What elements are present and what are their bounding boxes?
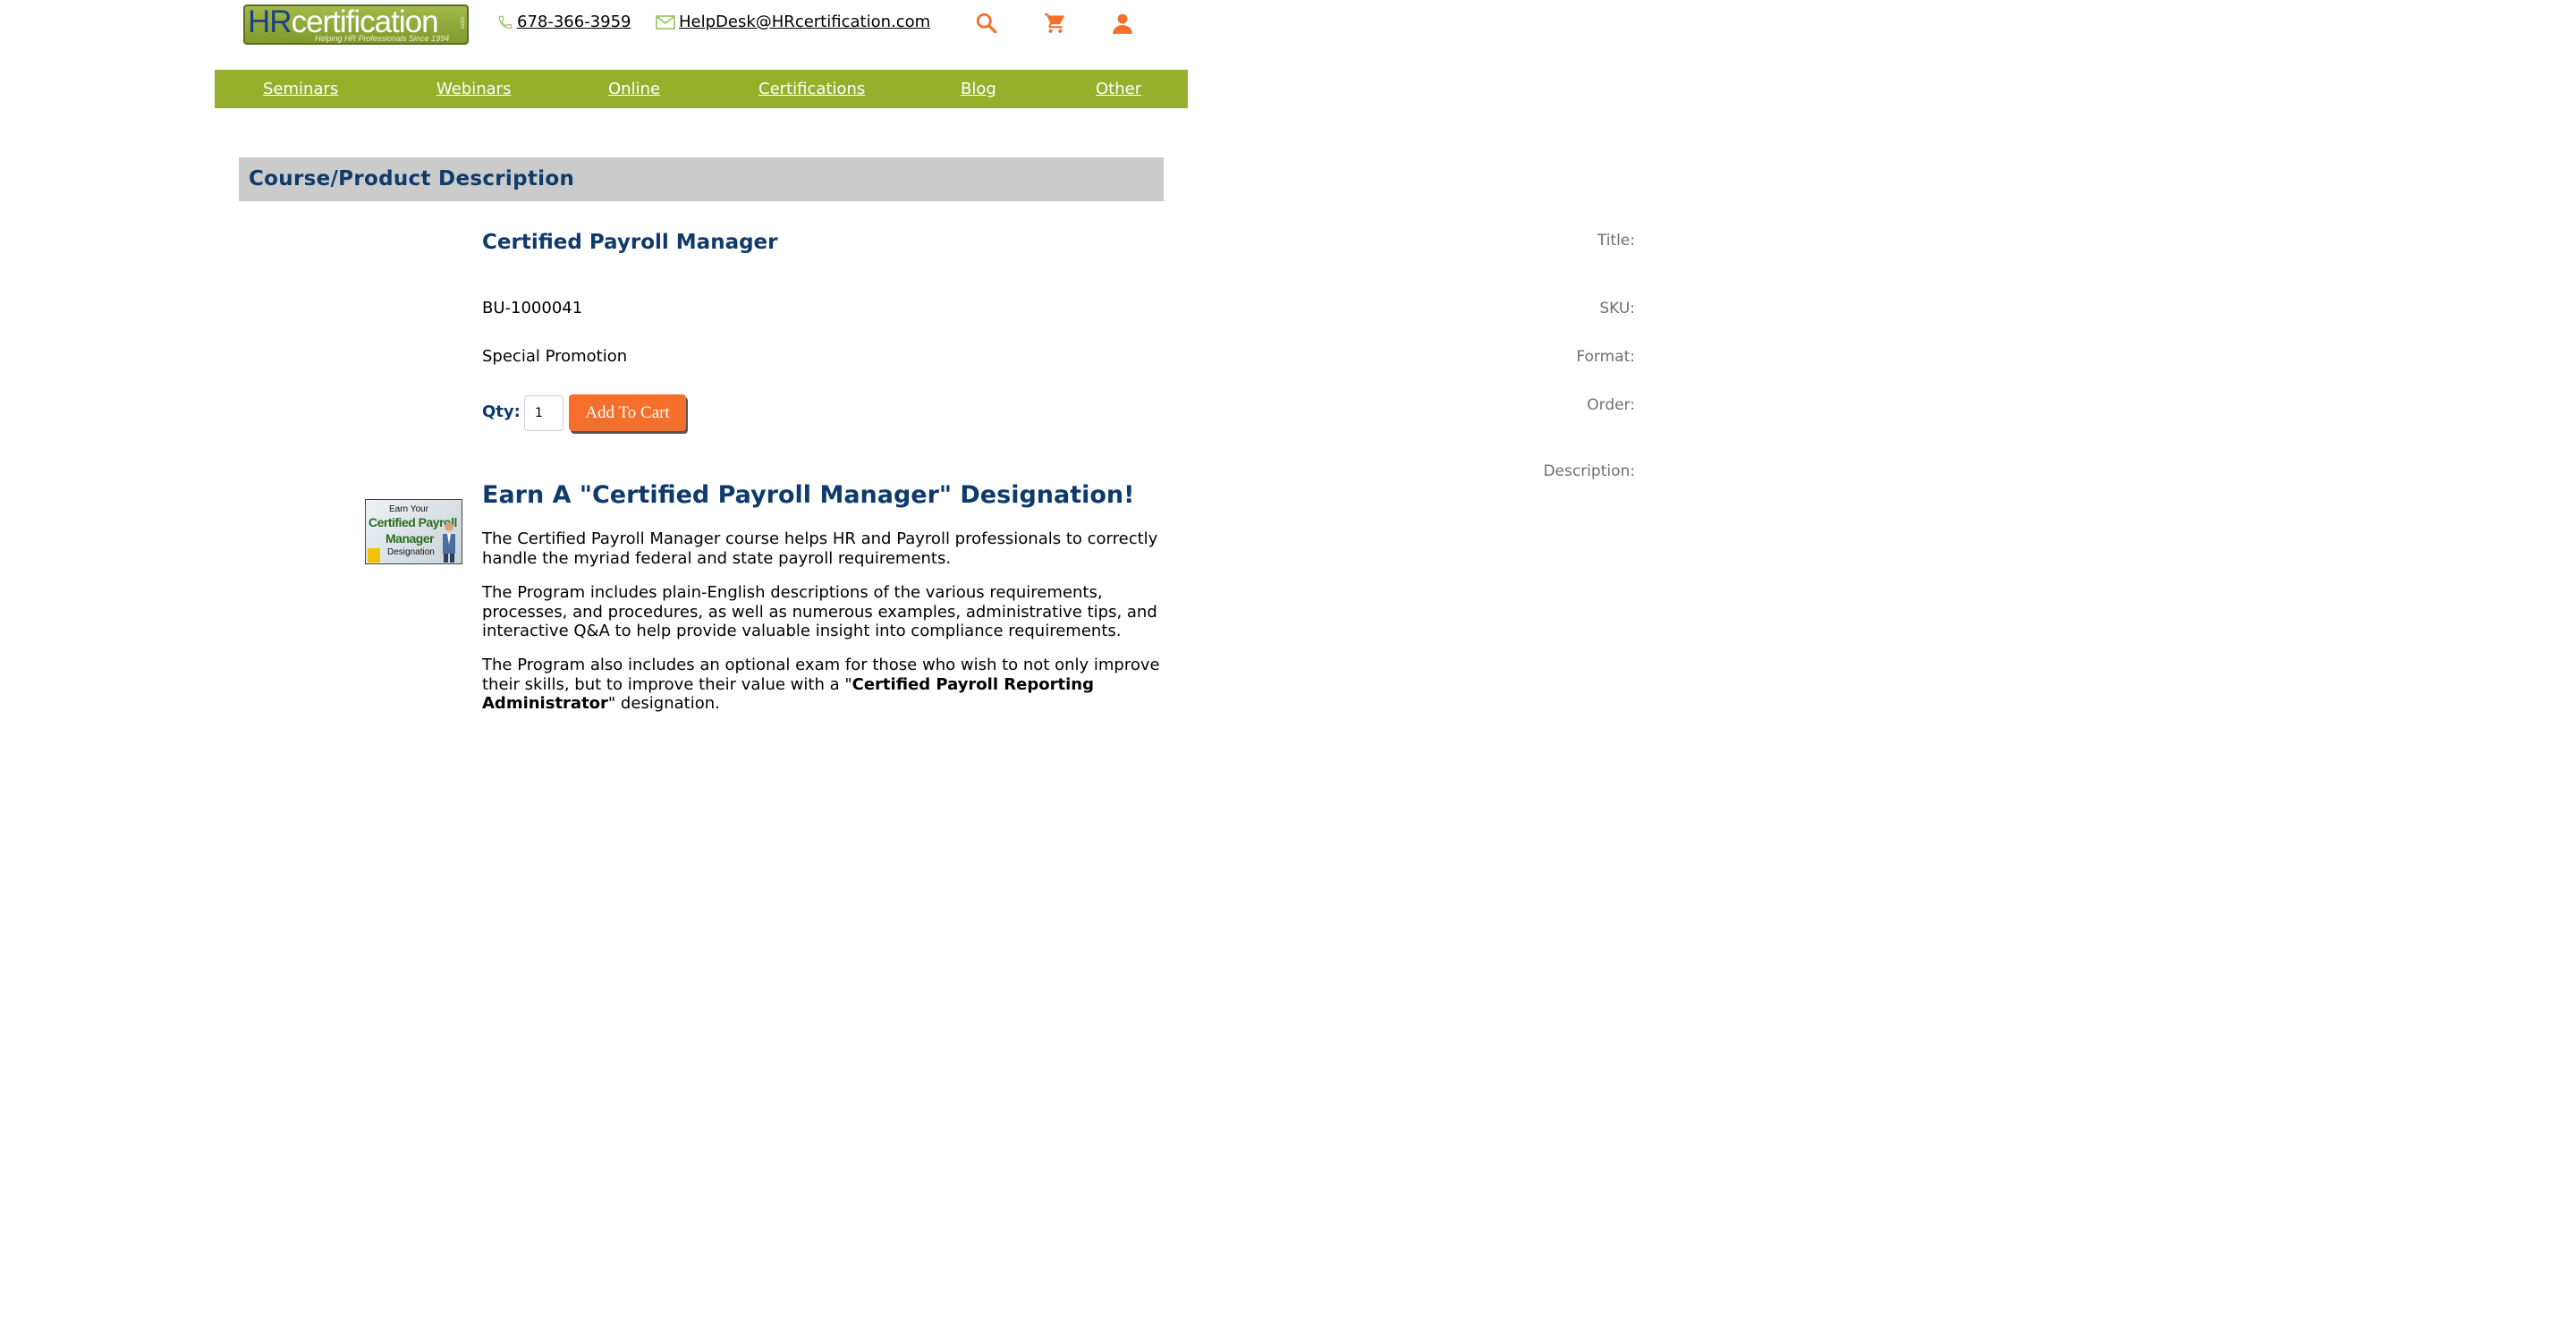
email-address: HelpDesk@HRcertification.com	[679, 13, 931, 31]
nav-certifications[interactable]: Certifications	[758, 80, 865, 98]
description-heading: Earn A "Certified Payroll Manager" Desig…	[482, 481, 1135, 509]
nav-other[interactable]: Other	[1096, 80, 1141, 98]
description-paragraph-2: The Program includes plain-English descr…	[482, 583, 1157, 640]
nav-online[interactable]: Online	[608, 80, 660, 98]
description-label: Description:	[1543, 462, 1635, 480]
qty-label: Qty:	[482, 402, 521, 421]
main-nav: Seminars Webinars Online Certifications …	[215, 70, 1188, 108]
sku-label: SKU:	[1599, 300, 1635, 317]
badge-icon	[368, 548, 380, 563]
email-link[interactable]: HelpDesk@HRcertification.com	[656, 13, 930, 31]
site-header: HRcertification Helping HR Professionals…	[0, 0, 1402, 54]
format-value: Special Promotion	[482, 347, 628, 366]
site-logo[interactable]: HRcertification Helping HR Professionals…	[243, 4, 469, 45]
add-to-cart-button[interactable]: Add To Cart	[569, 394, 686, 431]
logo-suffix: .com	[459, 15, 465, 30]
format-label: Format:	[1576, 348, 1635, 366]
mail-icon	[656, 14, 675, 30]
phone-icon	[498, 15, 513, 29]
nav-webinars[interactable]: Webinars	[436, 80, 511, 98]
phone-link[interactable]: 678-366-3959	[497, 13, 631, 31]
logo-tagline: Helping HR Professionals Since 1994	[315, 34, 450, 43]
account-icon[interactable]	[1111, 12, 1134, 35]
product-title: Certified Payroll Manager	[482, 231, 778, 254]
phone-number: 678-366-3959	[517, 13, 631, 31]
sku-value: BU-1000041	[482, 299, 583, 317]
description-paragraph-3: The Program also includes an optional ex…	[482, 656, 1160, 713]
section-header: Course/Product Description	[239, 157, 1164, 201]
nav-blog[interactable]: Blog	[961, 80, 996, 98]
nav-seminars[interactable]: Seminars	[263, 80, 338, 98]
search-icon[interactable]	[975, 12, 998, 35]
section-title: Course/Product Description	[249, 167, 575, 190]
product-image: Earn Your Certified Payroll Manager Desi…	[365, 499, 462, 564]
description-paragraph-1: The Certified Payroll Manager course hel…	[482, 529, 1158, 568]
title-label: Title:	[1597, 232, 1635, 250]
quantity-input[interactable]	[524, 395, 564, 431]
cart-icon[interactable]	[1044, 12, 1067, 35]
businessman-illustration	[443, 522, 455, 563]
order-label: Order:	[1587, 396, 1635, 414]
